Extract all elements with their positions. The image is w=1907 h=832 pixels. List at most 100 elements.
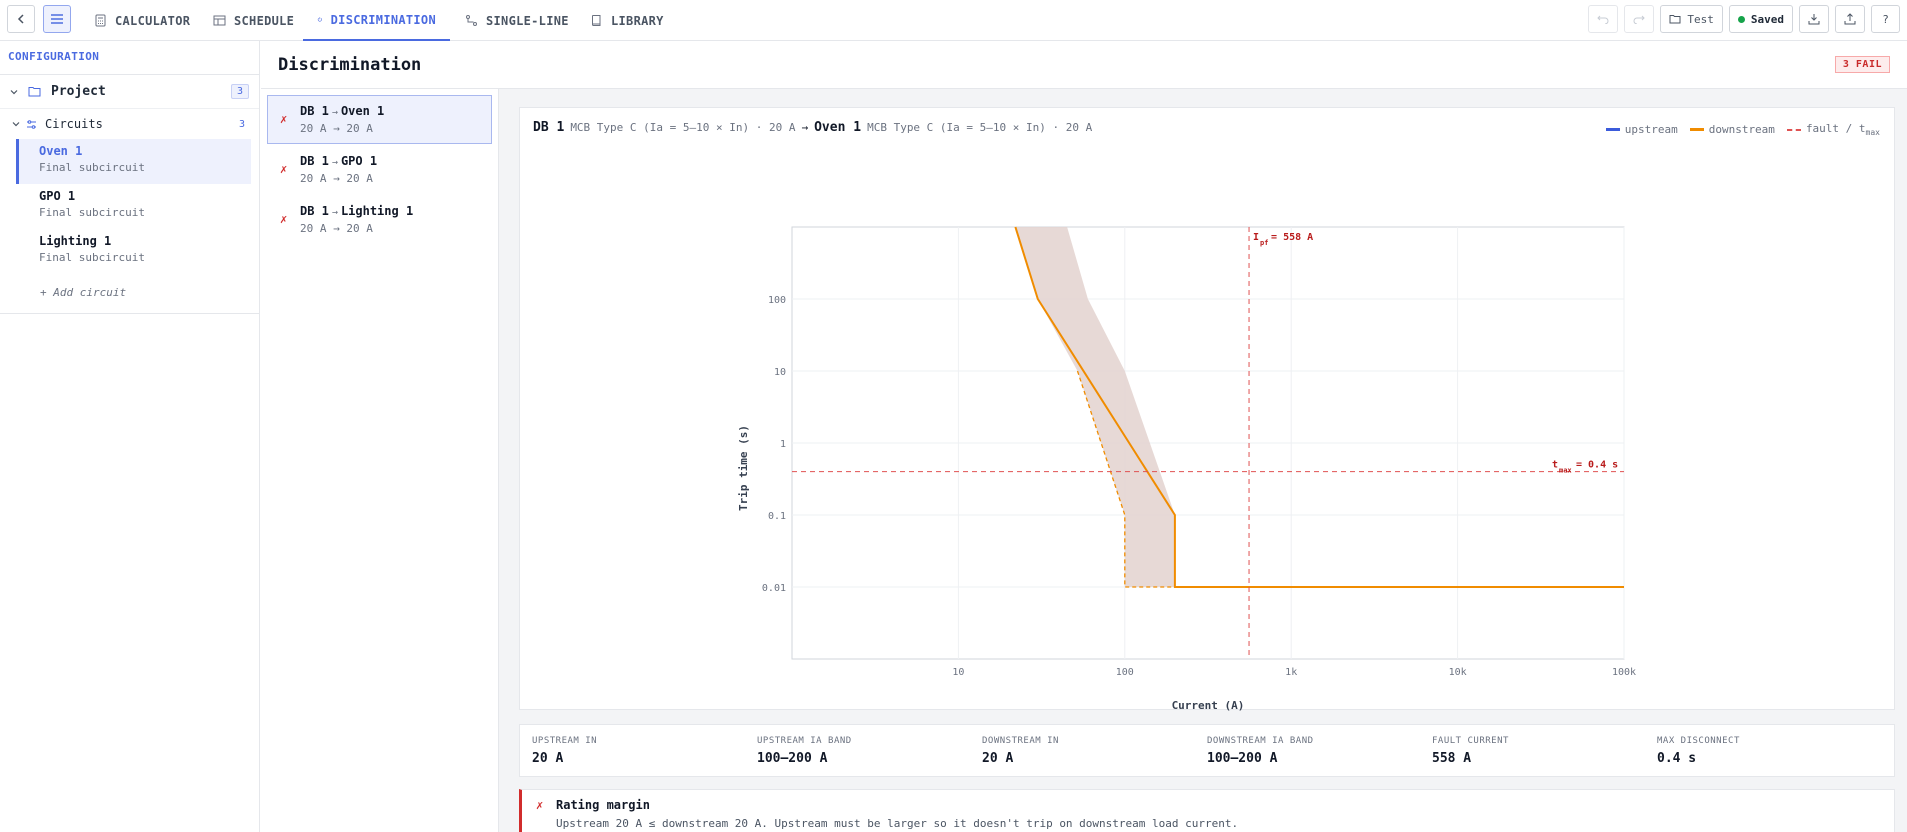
main-panel: Discrimination 3 FAIL ✗ DB 1 → Oven 1 20 A… [261,41,1907,832]
circuit-name: Lighting 1 [39,234,112,248]
circuit-item[interactable]: Oven 1 Final subcircuit [16,139,251,184]
stat-label: UPSTREAM IA BAND [757,736,852,746]
arrow-icon: → [331,107,338,118]
pair-upstream: DB 1 [300,104,329,118]
add-circuit-button[interactable]: + Add circuit [0,274,259,314]
circuits-count: 3 [238,118,245,130]
y-axis-label: Trip time (s) [737,425,750,511]
page-title: Discrimination [278,54,422,75]
pair-ratings: 20 A → 20 A [300,122,373,135]
tab-calculator[interactable]: CALCULATOR [94,0,190,41]
chevron-down-icon [12,122,20,127]
project-label: Project [51,84,106,99]
upload-button[interactable] [1835,5,1865,33]
undo-icon [1597,15,1609,24]
save-status[interactable]: Saved [1728,5,1793,33]
sidebar-heading: CONFIGURATION [0,41,259,75]
y-tick-label: 0.01 [762,583,786,594]
top-bar: CALCULATOR SCHEDULE DISCRIMINATION SINGL… [0,0,1907,41]
stat-fault-current: FAULT CURRENT 558 A [1432,736,1657,776]
tab-single-line[interactable]: SINGLE-LINE [465,0,569,41]
stat-value: 20 A [982,751,1014,766]
tab-schedule-label: SCHEDULE [234,13,295,28]
download-button[interactable] [1799,5,1829,33]
tab-library[interactable]: LIBRARY [590,0,664,41]
tab-discrimination-label: DISCRIMINATION [330,12,436,27]
stat-label: FAULT CURRENT [1432,736,1509,746]
circuit-item[interactable]: Lighting 1 Final subcircuit [16,229,251,274]
pair-item[interactable]: ✗ DB 1 → GPO 1 20 A → 20 A [267,145,492,194]
circuit-name: Oven 1 [39,144,83,158]
book-icon [592,15,601,26]
x-axis-label: Current (A) [1172,699,1245,711]
circuit-type: Final subcircuit [39,251,145,264]
trip-curve-chart[interactable]: 10 100 1k 10k 100k 0.01 0.1 1 10 100 Current (A) Tr… [520,108,1896,711]
x-tick-label: 1k [1285,667,1297,678]
x-tick-label: 100 [1116,667,1134,678]
stat-label: DOWNSTREAM IA BAND [1207,736,1314,746]
project-button-label: Test [1687,12,1714,26]
menu-button[interactable] [43,5,71,33]
sidebar: CONFIGURATION Project 3 Circuits 3 Oven … [0,41,260,832]
status-badge: 3 FAIL [1834,56,1890,73]
arrow-icon: → [331,157,338,168]
circuit-item[interactable]: GPO 1 Final subcircuit [16,184,251,229]
back-button[interactable] [7,5,35,33]
stat-max-disconnect: MAX DISCONNECT 0.4 s [1657,736,1882,776]
pair-item[interactable]: ✗ DB 1 → Oven 1 20 A → 20 A [267,95,492,144]
chevron-down-icon [10,89,18,94]
stat-label: MAX DISCONNECT [1657,736,1740,746]
y-tick-label: 1 [780,439,786,450]
main-header: Discrimination 3 FAIL [261,41,1907,89]
stat-downstream-in: DOWNSTREAM IN 20 A [982,736,1207,776]
project-button[interactable]: Test [1660,5,1723,33]
y-tick-label: 0.1 [768,511,786,522]
stat-value: 20 A [532,751,564,766]
project-node[interactable]: Project 3 [0,75,259,109]
arrow-icon: → [331,207,338,218]
tab-schedule[interactable]: SCHEDULE [213,0,294,41]
undo-button[interactable] [1588,5,1619,33]
folder-icon [28,87,41,97]
tab-discrimination[interactable]: DISCRIMINATION [303,0,450,41]
y-tick-label: 10 [774,367,786,378]
stat-upstream-band: UPSTREAM IA BAND 100–200 A [757,736,982,776]
hamburger-icon [51,14,63,24]
stat-value: 100–200 A [757,751,828,766]
stat-label: DOWNSTREAM IN [982,736,1059,746]
tab-calculator-label: CALCULATOR [115,13,191,28]
redo-icon [1633,15,1646,24]
pair-list: ✗ DB 1 → Oven 1 20 A → 20 A ✗ DB 1 → GPO 1 2… [261,89,499,832]
tmax-value: = 0.4 s [1576,460,1618,471]
alert-rating-margin: ✗ Rating margin Upstream 20 A ≤ downstre… [519,789,1895,832]
circuits-label: Circuits [45,117,103,131]
pair-ratings: 20 A → 20 A [300,222,373,235]
tab-library-label: LIBRARY [611,13,664,28]
stat-downstream-band: DOWNSTREAM IA BAND 100–200 A [1207,736,1432,776]
chart-card: DB 1 MCB Type C (Ia = 5–10 × In) · 20 A … [519,107,1896,711]
chevron-left-icon [17,14,24,24]
pair-item[interactable]: ✗ DB 1 → Lighting 1 20 A → 20 A [267,195,492,244]
calculator-icon [95,14,106,27]
fault-current-value: = 558 A [1271,232,1313,243]
fault-current-label: I [1253,232,1259,243]
folder-icon [1669,15,1681,24]
stat-upstream-in: UPSTREAM IN 20 A [532,736,757,776]
pair-downstream: GPO 1 [340,154,378,168]
circuits-group[interactable]: Circuits 3 [0,109,259,139]
pair-ratings: 20 A → 20 A [300,172,373,185]
x-tick-label: 10k [1449,667,1467,678]
stats-bar: UPSTREAM IN 20 A UPSTREAM IA BAND 100–200 … [519,724,1895,777]
redo-button[interactable] [1624,5,1655,33]
pair-upstream: DB 1 [300,204,329,218]
power-icon [317,17,322,22]
pair-upstream: DB 1 [300,154,329,168]
alert-description: Upstream 20 A ≤ downstream 20 A. Upstrea… [556,817,1239,830]
help-button[interactable]: ? [1871,5,1900,33]
tab-single-line-label: SINGLE-LINE [486,13,569,28]
y-tick-label: 100 [768,295,786,306]
save-status-label: Saved [1750,12,1784,26]
fail-icon: ✗ [536,798,544,812]
tmax-label: t [1552,460,1558,471]
pair-downstream: Lighting 1 [340,204,414,218]
